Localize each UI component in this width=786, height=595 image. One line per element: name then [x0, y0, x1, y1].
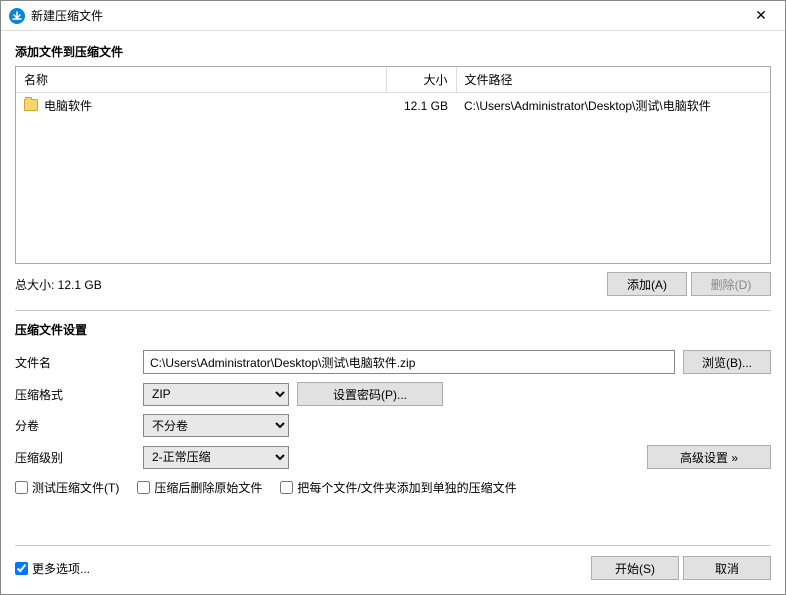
remove-button: 删除(D)	[691, 272, 771, 296]
file-path: C:\Users\Administrator\Desktop\测试\电脑软件	[456, 93, 770, 119]
total-size-label: 总大小: 12.1 GB	[15, 276, 603, 293]
delete-source-input[interactable]	[137, 481, 150, 494]
file-row[interactable]: 电脑软件 12.1 GB C:\Users\Administrator\Desk…	[16, 93, 770, 119]
browse-button[interactable]: 浏览(B)...	[683, 350, 771, 374]
settings-header: 压缩文件设置	[15, 321, 771, 338]
cancel-button[interactable]: 取消	[683, 556, 771, 580]
level-select[interactable]: 2-正常压缩	[143, 446, 289, 469]
format-select[interactable]: ZIP	[143, 383, 289, 406]
filename-input[interactable]	[143, 350, 675, 374]
filename-label: 文件名	[15, 354, 135, 371]
window-title: 新建压缩文件	[31, 7, 741, 24]
delete-source-label: 压缩后删除原始文件	[154, 479, 262, 496]
file-name: 电脑软件	[16, 93, 386, 119]
more-options-input[interactable]	[15, 562, 28, 575]
add-button[interactable]: 添加(A)	[607, 272, 687, 296]
file-list[interactable]: 名称 大小 文件路径 电脑软件 12.1 GB C:\Users\Adminis…	[15, 66, 771, 264]
more-options-checkbox[interactable]: 更多选项...	[15, 560, 90, 577]
add-files-header: 添加文件到压缩文件	[15, 43, 771, 60]
file-name-text: 电脑软件	[44, 99, 92, 113]
col-size-header[interactable]: 大小	[386, 67, 456, 93]
set-password-button[interactable]: 设置密码(P)...	[297, 382, 443, 406]
test-archive-label: 测试压缩文件(T)	[32, 479, 119, 496]
footer-divider	[15, 545, 771, 546]
file-size: 12.1 GB	[386, 93, 456, 119]
start-button[interactable]: 开始(S)	[591, 556, 679, 580]
separate-archives-input[interactable]	[280, 481, 293, 494]
test-archive-input[interactable]	[15, 481, 28, 494]
close-button[interactable]: ✕	[741, 1, 781, 31]
separate-archives-checkbox[interactable]: 把每个文件/文件夹添加到单独的压缩文件	[280, 479, 516, 496]
split-label: 分卷	[15, 417, 135, 434]
split-select[interactable]: 不分卷	[143, 414, 289, 437]
level-label: 压缩级别	[15, 449, 135, 466]
file-list-header: 名称 大小 文件路径	[16, 67, 770, 93]
col-name-header[interactable]: 名称	[16, 67, 386, 93]
test-archive-checkbox[interactable]: 测试压缩文件(T)	[15, 479, 119, 496]
format-label: 压缩格式	[15, 386, 135, 403]
app-icon	[9, 8, 25, 24]
divider	[15, 310, 771, 311]
col-path-header[interactable]: 文件路径	[456, 67, 770, 93]
separate-archives-label: 把每个文件/文件夹添加到单独的压缩文件	[297, 479, 516, 496]
dialog-footer: 更多选项... 开始(S) 取消	[1, 535, 785, 594]
folder-icon	[24, 99, 38, 111]
more-options-label: 更多选项...	[32, 560, 90, 577]
advanced-button[interactable]: 高级设置 »	[647, 445, 771, 469]
delete-source-checkbox[interactable]: 压缩后删除原始文件	[137, 479, 262, 496]
titlebar: 新建压缩文件 ✕	[1, 1, 785, 31]
